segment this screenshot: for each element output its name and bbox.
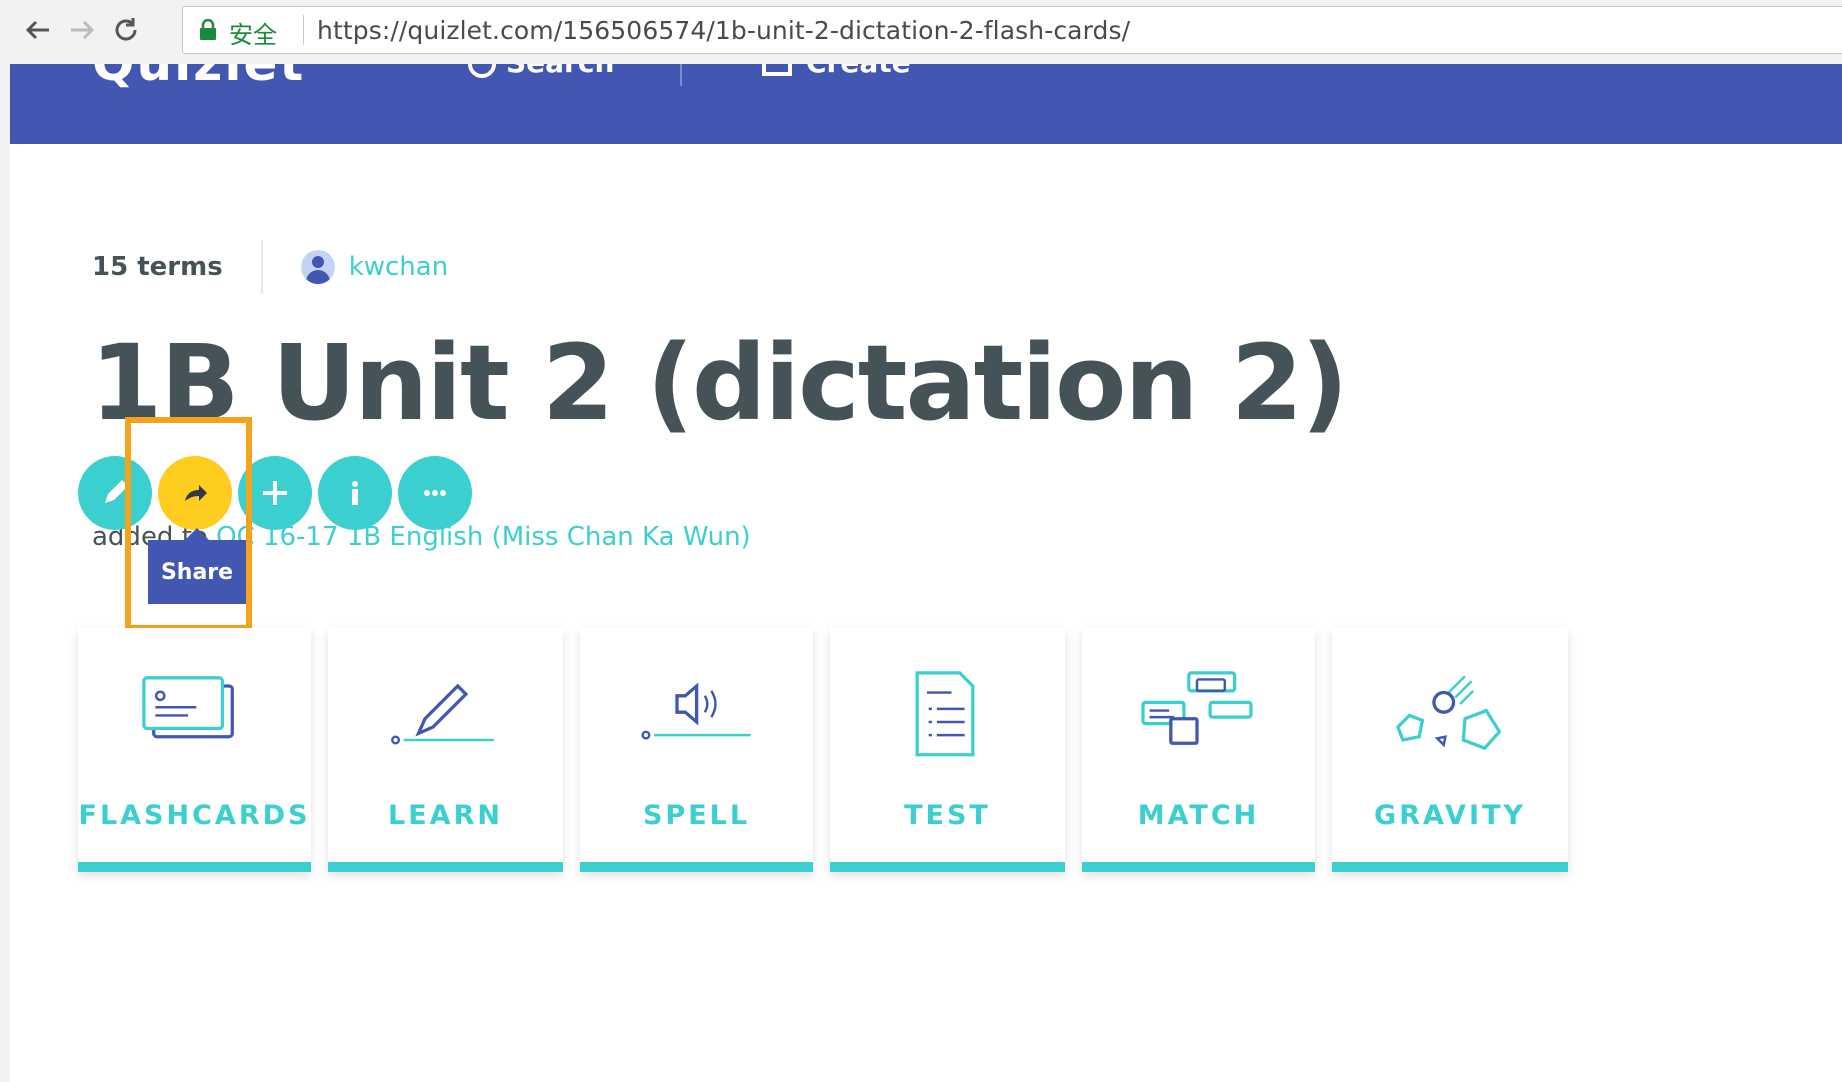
forward-icon[interactable]	[60, 8, 104, 52]
mode-card-match[interactable]: MATCH	[1082, 628, 1315, 872]
page-title: 1B Unit 2 (dictation 2)	[90, 322, 1349, 444]
gravity-icon	[1396, 675, 1502, 751]
mode-label: FLASHCARDS	[78, 800, 311, 831]
site-header: Quizlet Search Create	[10, 64, 1842, 144]
search-nav-item[interactable]: Search	[468, 64, 614, 79]
address-bar[interactable]: 安全 https://quizlet.com/156506574/1b-unit…	[182, 6, 1842, 54]
create-icon	[762, 64, 792, 76]
mode-label: GRAVITY	[1374, 800, 1526, 831]
nav-divider	[680, 64, 682, 86]
mode-label: TEST	[904, 800, 991, 831]
mode-card-learn[interactable]: LEARN	[328, 628, 563, 872]
mode-label: SPELL	[642, 800, 751, 831]
avatar[interactable]	[300, 250, 335, 284]
page-content: Quizlet Search Create 15 terms kwchan 1B…	[10, 64, 1842, 1082]
learn-icon	[391, 683, 494, 745]
mode-card-test[interactable]: TEST	[830, 628, 1065, 872]
info-icon	[352, 481, 358, 505]
url-text[interactable]: https://quizlet.com/156506574/1b-unit-2-…	[317, 16, 1130, 45]
reload-icon[interactable]	[104, 8, 148, 52]
quizlet-logo[interactable]: Quizlet	[92, 64, 305, 92]
screen: 安全 https://quizlet.com/156506574/1b-unit…	[0, 0, 1842, 1082]
highlight-box	[125, 417, 252, 631]
info-button[interactable]	[318, 456, 392, 530]
match-icon	[1141, 671, 1253, 745]
create-label: Create	[806, 64, 911, 79]
browser-toolbar: 安全 https://quizlet.com/156506574/1b-unit…	[0, 0, 1842, 64]
back-icon[interactable]	[16, 8, 60, 52]
flashcards-icon	[142, 676, 234, 739]
mode-card-spell[interactable]: SPELL	[580, 628, 813, 872]
spell-icon	[641, 682, 751, 740]
more-button[interactable]	[398, 456, 472, 530]
author-link[interactable]: kwchan	[349, 252, 449, 282]
search-icon	[468, 64, 496, 78]
test-icon	[915, 671, 975, 757]
mode-card-gravity[interactable]: GRAVITY	[1332, 628, 1568, 872]
plus-icon	[263, 481, 287, 505]
search-label: Search	[506, 64, 614, 79]
create-nav-item[interactable]: Create	[762, 64, 911, 79]
set-meta: 15 terms kwchan	[92, 238, 448, 296]
secure-label: 安全	[229, 21, 277, 49]
mode-card-flashcards[interactable]: FLASHCARDS	[78, 628, 311, 872]
lock-icon	[200, 19, 216, 40]
term-count: 15 terms	[92, 252, 223, 282]
mode-label: LEARN	[388, 800, 503, 831]
class-link[interactable]: QC 16-17 1B English (Miss Chan Ka Wun)	[216, 522, 751, 552]
address-divider	[303, 15, 304, 45]
meta-divider	[260, 240, 263, 294]
mode-label: MATCH	[1137, 800, 1260, 831]
more-icon	[424, 490, 446, 496]
